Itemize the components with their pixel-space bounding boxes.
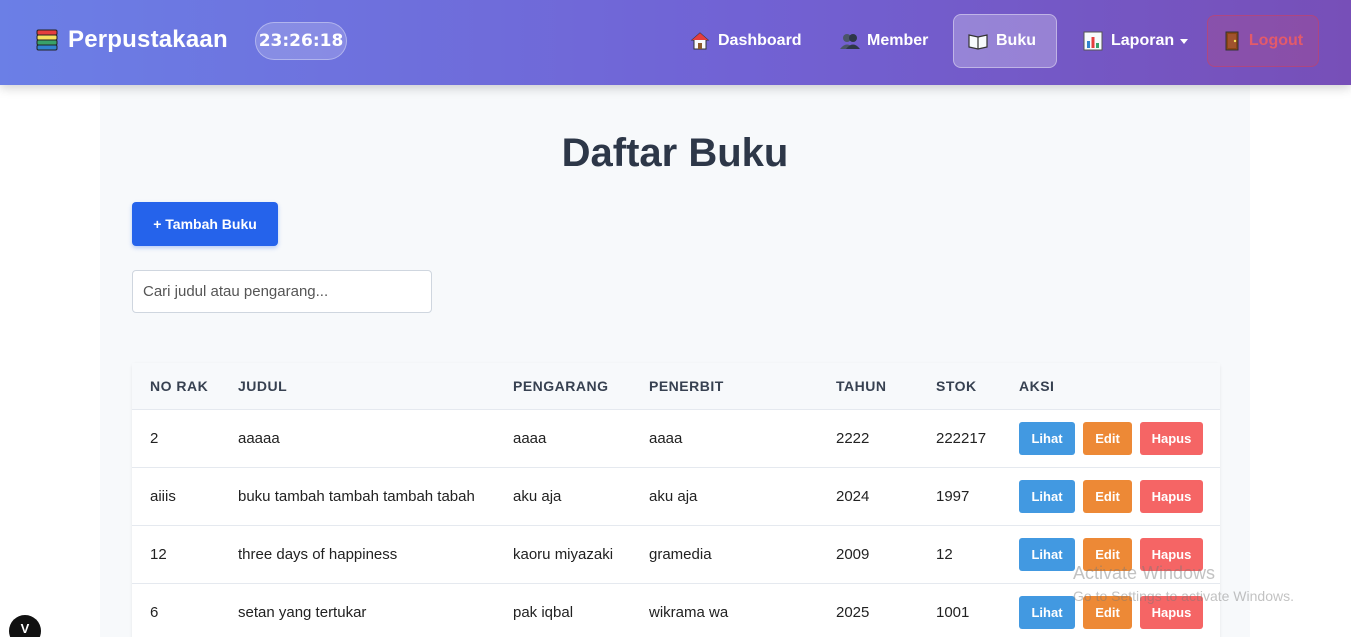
brand-title: Perpustakaan [68,26,228,53]
house-icon [690,31,710,51]
view-button[interactable]: Lihat [1019,421,1075,455]
add-book-button[interactable]: + Tambah Buku [132,202,278,246]
cell-rak: aiiis [150,487,176,505]
delete-button[interactable]: Hapus [1140,421,1203,455]
cell-rak: 12 [150,545,167,563]
chevron-down-icon [1180,38,1189,44]
col-judul[interactable]: JUDUL [220,363,495,409]
table-row: 6 setan yang tertukar pak iqbal wikrama … [132,583,1220,637]
cell-stok: 12 [936,545,953,563]
col-tahun[interactable]: TAHUN [818,363,918,409]
nav-member-label: Member [867,32,929,49]
nav-dashboard-label: Dashboard [718,32,802,49]
clock: 23:26:18 [255,22,347,60]
nav-laporan[interactable]: Laporan [1069,14,1202,68]
cell-pengarang: pak iqbal [513,603,574,621]
table-row: aiiis buku tambah tambah tambah tabah ak… [132,467,1220,525]
cell-aksi: Lihat Edit Hapus [1001,409,1220,467]
cell-pengarang: aku aja [513,487,562,505]
cell-judul: aaaaa [238,429,280,447]
cell-pengarang: kaoru miyazaki [513,545,614,563]
cell-aksi: Lihat Edit Hapus [1001,467,1220,525]
edit-button[interactable]: Edit [1083,421,1132,455]
cell-judul: setan yang tertukar [238,603,367,621]
corner-badge[interactable]: V [9,615,41,637]
table-row: 2 aaaaa aaaa aaaa 2222 222217 Lihat Edit… [132,409,1220,467]
page-title: Daftar Buku [561,131,789,175]
cell-tahun: 2025 [836,603,870,621]
door-icon [1223,31,1241,51]
view-button[interactable]: Lihat [1019,537,1075,571]
cell-stok: 222217 [936,429,987,447]
col-aksi: AKSI [1019,377,1055,394]
search-input[interactable] [132,270,432,313]
books-icon [34,27,60,53]
cell-penerbit: wikrama wa [649,603,729,621]
cell-stok: 1001 [936,603,970,621]
delete-button[interactable]: Hapus [1140,479,1203,513]
col-no-rak[interactable]: NO RAK [132,363,220,409]
cell-penerbit: aku aja [649,487,698,505]
col-pengarang[interactable]: PENGARANG [495,363,631,409]
cell-tahun: 2009 [836,545,870,563]
edit-button[interactable]: Edit [1083,479,1132,513]
cell-tahun: 2024 [836,487,870,505]
logout-label: Logout [1248,32,1304,49]
col-penerbit[interactable]: PENERBIT [631,363,818,409]
cell-pengarang: aaaa [513,429,547,447]
brand[interactable]: Perpustakaan [34,26,228,54]
cell-tahun: 2222 [836,429,870,447]
logout-button[interactable]: Logout [1207,15,1319,67]
chart-icon [1083,31,1103,51]
nav-dashboard[interactable]: Dashboard [676,14,816,68]
book-icon [968,31,988,51]
cell-judul: buku tambah tambah tambah tabah [238,487,475,505]
nav-laporan-label: Laporan [1111,32,1175,49]
cell-rak: 6 [150,603,159,621]
books-table: NO RAK JUDUL PENGARANG PENERBIT TAHUN ST… [132,363,1220,637]
nav-buku-label: Buku [996,32,1036,49]
activate-windows-subtitle: Go to Settings to activate Windows. [1073,588,1294,604]
nav-member[interactable]: Member [825,14,942,68]
cell-penerbit: aaaa [649,429,683,447]
col-stok[interactable]: STOK [918,363,1001,409]
top-navbar: Perpustakaan 23:26:18 Dashboard Member B… [0,0,1351,85]
cell-penerbit: gramedia [649,545,712,563]
cell-judul: three days of happiness [238,545,398,563]
users-icon [839,31,860,51]
table-header: NO RAK JUDUL PENGARANG PENERBIT TAHUN ST… [132,363,1220,409]
cell-stok: 1997 [936,487,970,505]
view-button[interactable]: Lihat [1019,479,1075,513]
table-row: 12 three days of happiness kaoru miyazak… [132,525,1220,583]
view-button[interactable]: Lihat [1019,595,1075,629]
activate-windows-title: Activate Windows [1073,563,1216,583]
main-content: Daftar Buku + Tambah Buku NO RAK JUDUL P… [100,85,1250,637]
nav-buku[interactable]: Buku [953,14,1057,68]
cell-rak: 2 [150,429,159,447]
